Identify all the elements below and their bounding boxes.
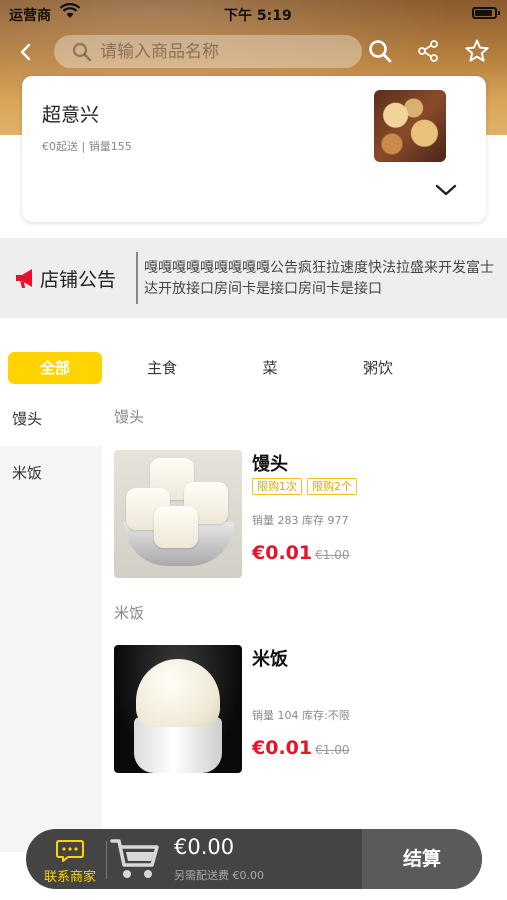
search-bar[interactable] xyxy=(54,35,362,68)
status-time: 下午 5:19 xyxy=(224,8,292,24)
shop-name: 超意兴 xyxy=(42,104,100,126)
sidebar-item-rice[interactable]: 米饭 xyxy=(0,446,102,500)
tab-staple[interactable]: 主食 xyxy=(124,352,200,384)
notice-text: 嘎嘎嘎嘎嘎嘎嘎嘎嘎公告疯狂拉速度快法拉盛来开发富士达开放接口房间卡是接口房间卡是… xyxy=(144,260,494,297)
limit-tag: 限购2个 xyxy=(307,478,357,495)
search-icon[interactable] xyxy=(367,38,393,64)
limit-tag: 限购1次 xyxy=(252,478,302,495)
section-title: 米饭 xyxy=(114,604,145,622)
top-nav xyxy=(0,32,507,72)
product-name: 米饭 xyxy=(252,649,288,670)
product-stats: 销量 283 库存 977 xyxy=(252,514,349,527)
product-image[interactable] xyxy=(114,645,242,773)
shop-meta: €0起送 | 销量155 xyxy=(42,140,132,153)
shop-info-card: 超意兴 €0起送 | 销量155 xyxy=(22,76,486,222)
search-field-icon xyxy=(72,42,92,62)
tab-porridge-drinks[interactable]: 粥饮 xyxy=(342,352,414,384)
price-row: €0.01 €1.00 xyxy=(252,737,349,759)
notice-title: 店铺公告 xyxy=(40,268,117,291)
cart-bar: 联系商家 €0.00 另需配送费 €0.00 结算 xyxy=(26,829,482,889)
product-card[interactable]: 米饭 销量 104 库存:不限 €0.01 €1.00 xyxy=(114,645,494,775)
store-notice: 店铺公告 嘎嘎嘎嘎嘎嘎嘎嘎嘎公告疯狂拉速度快法拉盛来开发富士达开放接口房间卡是接… xyxy=(0,238,507,318)
price-row: €0.01 €1.00 xyxy=(252,542,349,564)
product-card[interactable]: 馒头 限购1次 限购2个 销量 283 库存 977 €0.01 €1.00 xyxy=(114,450,494,580)
back-icon[interactable] xyxy=(12,38,40,66)
battery-icon xyxy=(472,7,500,19)
product-price: €0.01 xyxy=(252,542,313,564)
tab-all[interactable]: 全部 xyxy=(8,352,102,384)
product-price: €0.01 xyxy=(252,737,313,759)
checkout-button[interactable]: 结算 xyxy=(362,829,482,889)
shopping-cart-icon[interactable] xyxy=(110,837,162,881)
rice-shape xyxy=(136,659,220,727)
megaphone-icon xyxy=(16,269,32,288)
product-name: 馒头 xyxy=(252,454,288,475)
product-stats: 销量 104 库存:不限 xyxy=(252,709,350,722)
wifi-icon xyxy=(60,3,80,18)
chat-icon xyxy=(56,840,84,862)
original-price: €1.00 xyxy=(315,548,350,562)
contact-label: 联系商家 xyxy=(44,870,97,885)
category-tabs: 全部 主食 菜 粥饮 xyxy=(0,350,507,386)
chevron-down-icon[interactable] xyxy=(434,182,458,198)
share-icon[interactable] xyxy=(416,39,440,63)
cart-total: €0.00 xyxy=(174,835,235,859)
sidebar-item-mantou[interactable]: 馒头 xyxy=(0,392,102,446)
notice-header: 店铺公告 xyxy=(14,264,116,292)
status-bar: 运营商 下午 5:19 xyxy=(0,0,507,28)
contact-merchant-button[interactable]: 联系商家 xyxy=(26,829,106,889)
bun-shape xyxy=(154,506,198,548)
search-input[interactable] xyxy=(100,38,350,65)
notice-divider xyxy=(136,252,138,304)
delivery-fee-note: 另需配送费 €0.00 xyxy=(174,869,264,882)
cart-divider xyxy=(106,841,107,879)
tab-dishes[interactable]: 菜 xyxy=(240,352,300,384)
category-sidebar: 馒头 米饭 xyxy=(0,392,102,852)
shop-logo xyxy=(374,90,446,162)
section-title: 馒头 xyxy=(114,408,145,426)
limit-tags: 限购1次 限购2个 xyxy=(252,478,362,495)
favorite-star-icon[interactable] xyxy=(464,38,490,64)
carrier-label: 运营商 xyxy=(9,8,51,24)
product-image[interactable] xyxy=(114,450,242,578)
original-price: €1.00 xyxy=(315,743,350,757)
